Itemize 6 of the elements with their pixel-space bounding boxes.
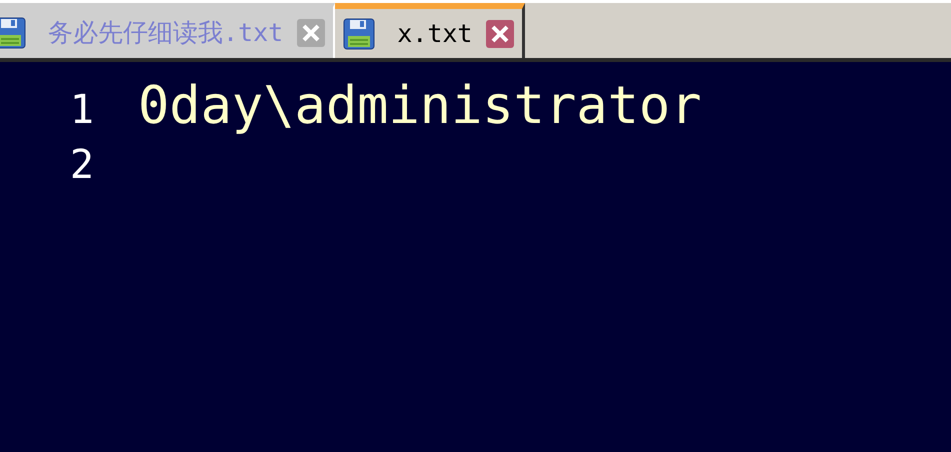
editor-area[interactable]: 1 0day\administrator 2 xyxy=(0,62,951,208)
line-number: 1 xyxy=(68,87,94,133)
code-line: 0day\administrator xyxy=(138,76,702,136)
line-number: 2 xyxy=(68,142,94,188)
close-icon[interactable] xyxy=(486,20,514,48)
file-tab[interactable]: x.txt xyxy=(335,3,526,58)
